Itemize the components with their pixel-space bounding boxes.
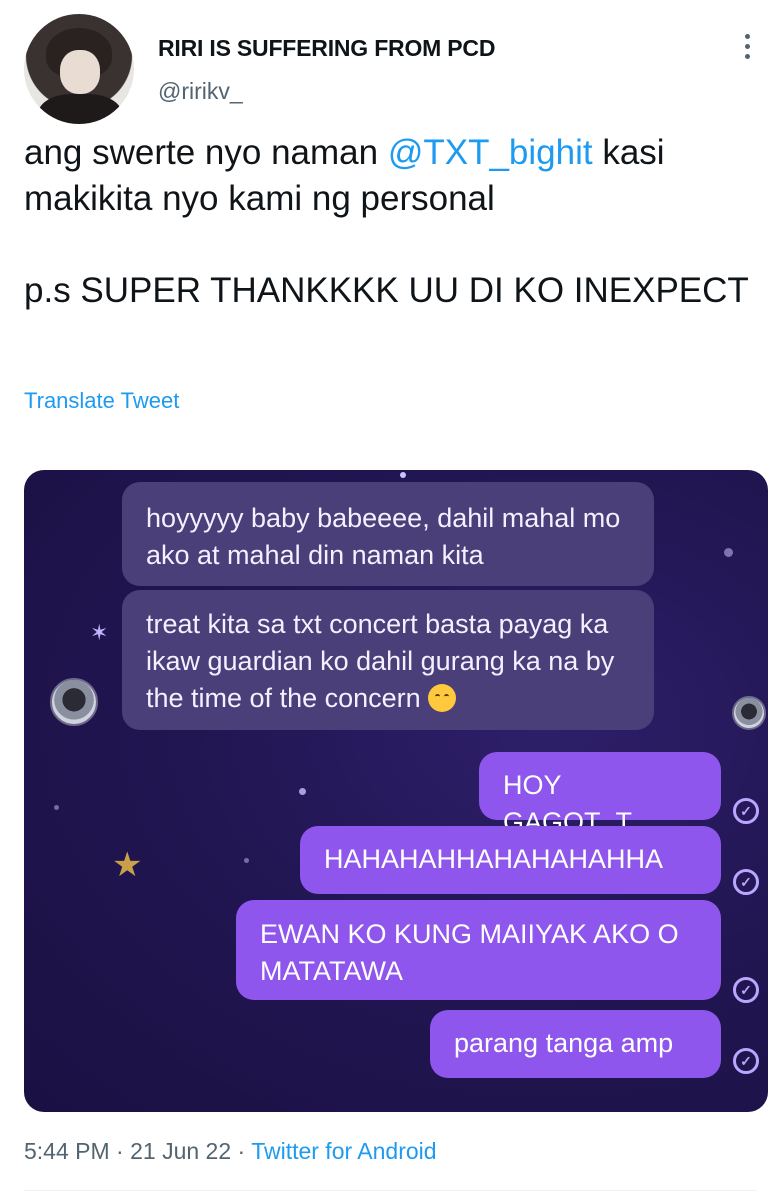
received-message-bubble: treat kita sa txt concert basta payag ka…	[122, 590, 654, 730]
sparkle-decoration	[400, 472, 406, 478]
sent-message-bubble: HAHAHAHHAHAHAHAHHA	[300, 826, 721, 894]
sparkle-decoration	[724, 548, 733, 557]
tweet-time[interactable]: 5:44 PM	[24, 1138, 110, 1164]
contact-avatar	[50, 678, 98, 726]
sent-message-bubble: HOY GAGOT_T	[479, 752, 721, 837]
divider	[24, 1190, 757, 1191]
sparkle-star-icon: ✶	[90, 620, 109, 645]
author-handle[interactable]: @ririkv_	[158, 78, 243, 105]
received-message-bubble: hoyyyyy baby babeeee, dahil mahal mo ako…	[122, 482, 654, 586]
tweet-text-part: ang swerte nyo naman	[24, 133, 388, 172]
author-avatar[interactable]	[24, 14, 134, 124]
tweet-text: ang swerte nyo naman @TXT_bighit kasi ma…	[24, 130, 754, 314]
tweet-source-link[interactable]: Twitter for Android	[251, 1138, 436, 1164]
sparkle-decoration	[54, 805, 59, 810]
more-options-icon[interactable]	[742, 34, 752, 59]
delivered-check-icon: ✓	[733, 869, 759, 895]
sparkle-decoration	[299, 788, 306, 795]
meta-separator: ·	[116, 1138, 124, 1164]
read-receipt-avatar	[732, 696, 766, 730]
smirking-face-emoji-icon	[428, 684, 457, 712]
tweet-media-image[interactable]: ✶ ★ hoyyyyy baby babeeee, dahil mahal mo…	[24, 470, 768, 1112]
author-display-name[interactable]: RIRI IS SUFFERING FROM PCD	[158, 35, 495, 62]
mention-link[interactable]: @TXT_bighit	[388, 133, 593, 172]
meta-separator: ·	[237, 1138, 246, 1164]
translate-tweet-link[interactable]: Translate Tweet	[24, 388, 179, 414]
sent-message-bubble: EWAN KO KUNG MAIIYAK AKO O MATATAWA	[236, 900, 721, 1000]
sent-message-bubble: parang tanga amp	[430, 1010, 721, 1078]
tweet-date[interactable]: 21 Jun 22	[130, 1138, 231, 1164]
delivered-check-icon: ✓	[733, 977, 759, 1003]
gold-star-icon: ★	[112, 846, 143, 884]
delivered-check-icon: ✓	[733, 1048, 759, 1074]
received-message-text: treat kita sa txt concert basta payag ka…	[146, 609, 615, 713]
tweet-metadata: 5:44 PM · 21 Jun 22 · Twitter for Androi…	[24, 1138, 437, 1165]
sparkle-decoration	[244, 858, 249, 863]
delivered-check-icon: ✓	[733, 798, 759, 824]
